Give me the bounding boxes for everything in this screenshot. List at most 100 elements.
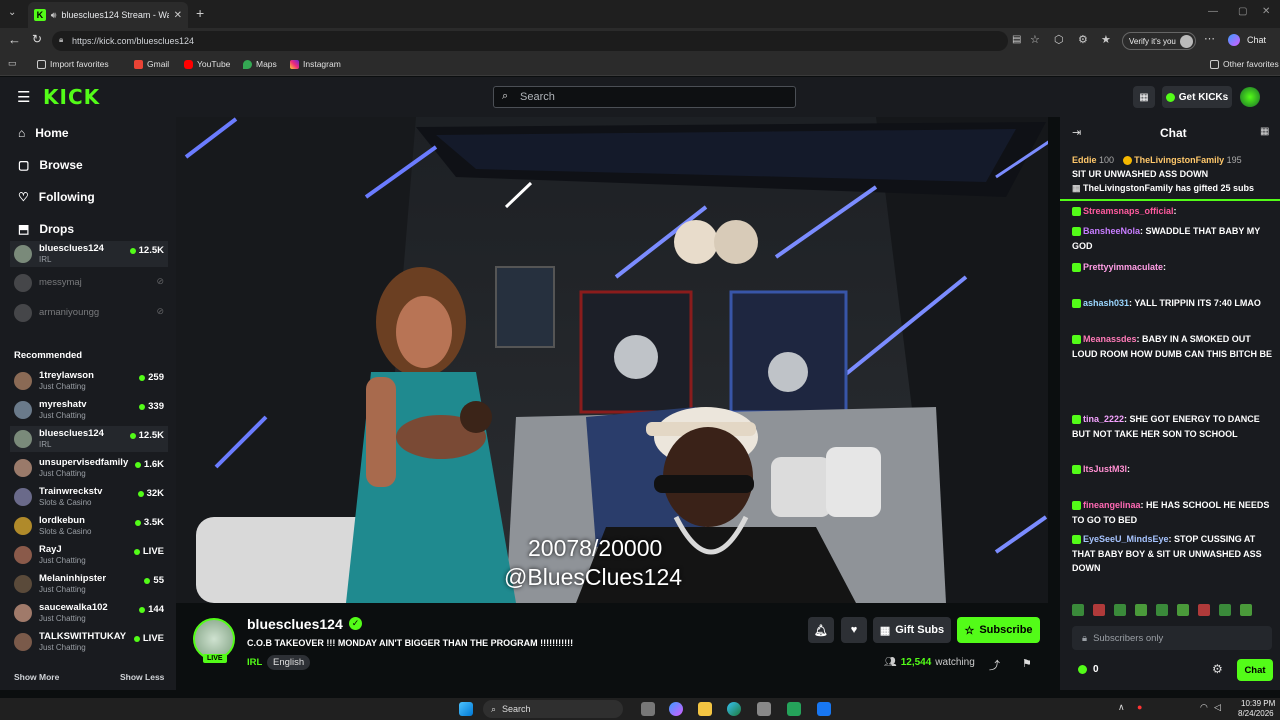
chat-username[interactable]: tina_2222 [1083, 414, 1124, 424]
nav-following[interactable]: ♡ Following [18, 190, 95, 204]
new-tab-icon[interactable]: + [196, 5, 204, 21]
task-view-icon[interactable] [641, 702, 655, 716]
follow-heart-button[interactable]: ♥ [841, 617, 867, 643]
following-channel-offline[interactable]: armaniyoungg ⊘ [14, 300, 164, 326]
send-chat-button[interactable]: Chat [1237, 659, 1273, 681]
verify-profile-button[interactable]: Verify it's you [1122, 32, 1196, 50]
collapse-chat-icon[interactable]: ⇥ [1072, 126, 1081, 139]
extensions-icon[interactable]: ⬡ [1054, 33, 1064, 46]
chat-username[interactable]: BansheeNola [1083, 226, 1140, 236]
chat-username[interactable]: Streamsnaps_official [1083, 206, 1174, 216]
viewer-count: 32K [137, 488, 164, 499]
tab-sidebar-icon[interactable]: ▭ [8, 58, 17, 69]
store-icon[interactable] [757, 702, 771, 716]
get-kicks-button[interactable]: Get KICKs [1162, 86, 1232, 108]
favorite-maps[interactable]: Maps [243, 59, 277, 69]
taskbar-search[interactable]: ⌕ Search [483, 700, 623, 718]
recommended-channel[interactable]: myreshatv Just Chatting 339 [14, 397, 164, 423]
user-avatar[interactable] [1240, 87, 1260, 107]
browser-tab[interactable]: K 🔊︎ bluesclues124 Stream - Watc ✕ [28, 2, 188, 28]
favorite-star-icon[interactable]: ☆ [1030, 33, 1040, 46]
browser-essentials-icon[interactable]: ⚙ [1078, 33, 1088, 46]
read-aloud-icon[interactable]: ▤ [1012, 34, 1021, 45]
facebook-icon[interactable] [817, 702, 831, 716]
gift-subs-button[interactable]: ▦ Gift Subs [873, 617, 951, 643]
channel-points[interactable]: 0 [1078, 664, 1099, 675]
recommended-channel[interactable]: 1treylawson Just Chatting 259 [14, 368, 164, 394]
theater-mode-button[interactable]: ▦ [1133, 86, 1155, 108]
report-flag-icon[interactable]: ⚑ [1022, 657, 1032, 670]
live-dot-icon [134, 461, 141, 468]
copilot-icon[interactable] [669, 702, 683, 716]
wifi-icon[interactable]: ◠ [1200, 702, 1208, 713]
other-favorites[interactable]: Other favorites [1210, 59, 1279, 69]
video-player[interactable]: 20078/20000 @BluesClues124 [176, 117, 1048, 603]
favorite-import[interactable]: Import favorites [37, 59, 109, 69]
tab-actions-icon[interactable]: ⌄ [8, 7, 16, 18]
chat-username[interactable]: fineangelinaa [1083, 500, 1141, 510]
notification-bell-button[interactable]: 🔔︎ [808, 617, 834, 643]
url-field[interactable]: 🔒︎ https://kick.com/bluesclues124 [52, 31, 1008, 51]
back-icon[interactable]: ← [8, 32, 21, 47]
reload-icon[interactable]: ↻ [32, 32, 42, 46]
more-menu-icon[interactable]: ⋯ [1204, 32, 1215, 45]
site-header: ☰ KICK ⌕ Search ▦ [0, 77, 1280, 117]
chat-username[interactable]: ItsJustM3l [1083, 464, 1127, 474]
chat-settings-gear-icon[interactable]: ⚙ [1212, 662, 1223, 676]
file-explorer-icon[interactable] [698, 702, 712, 716]
copilot-icon[interactable] [1228, 34, 1240, 46]
minimize-icon[interactable]: — [1208, 6, 1218, 17]
volume-icon[interactable]: ◁ [1214, 702, 1221, 713]
chat-username[interactable]: Prettyyimmaculate [1083, 262, 1163, 272]
clock-date[interactable]: 8/24/2026 [1238, 709, 1274, 718]
channel-category: Just Chatting [39, 382, 86, 391]
chat-input[interactable]: 🔒︎ Subscribers only [1072, 626, 1272, 650]
chat-colon: : [1127, 464, 1131, 474]
subscribe-button[interactable]: ☆ Subscribe [957, 617, 1040, 643]
recommended-channel[interactable]: Melaninhipster Just Chatting 55 [14, 571, 164, 597]
clock-time[interactable]: 10:39 PM [1241, 699, 1275, 708]
show-more-button[interactable]: Show More [14, 672, 59, 682]
nav-drops[interactable]: ⬒ Drops [18, 222, 74, 236]
favorite-youtube[interactable]: YouTube [184, 59, 230, 69]
search-input[interactable]: ⌕ Search [493, 86, 796, 108]
favorites-icon[interactable]: ★ [1101, 33, 1111, 46]
channel-name[interactable]: bluesclues124 [247, 616, 343, 632]
recommended-channel[interactable]: unsupervisedfamily Just Chatting 1.6K [14, 455, 164, 481]
following-channel-offline[interactable]: messymaj ⊘ [14, 270, 164, 296]
recommended-channel[interactable]: RayJ Just Chatting LIVE [14, 542, 164, 568]
category-link[interactable]: IRL [247, 657, 262, 668]
recommended-channel[interactable]: Trainwreckstv Slots & Casino 32K [14, 484, 164, 510]
edge-icon[interactable] [727, 702, 741, 716]
chat-username[interactable]: Meanassdes [1083, 334, 1137, 344]
windows-start-icon[interactable] [459, 702, 473, 716]
recommended-channel[interactable]: saucewalka102 Just Chatting 144 [14, 600, 164, 626]
tray-chevron-icon[interactable]: ∧ [1118, 702, 1125, 713]
recommended-channel[interactable]: lordkebun Slots & Casino 3.5K [14, 513, 164, 539]
tray-app-icon[interactable]: ● [1137, 702, 1142, 712]
close-window-icon[interactable]: ✕ [1262, 6, 1270, 17]
chat-username[interactable]: ashash031 [1083, 298, 1129, 308]
nav-browse[interactable]: ▢ Browse [18, 158, 83, 172]
maximize-icon[interactable]: ▢ [1238, 6, 1247, 17]
recommended-channel[interactable]: bluesclues124 IRL 12.5K [10, 426, 168, 452]
viewer-count: 339 [139, 401, 164, 412]
show-less-button[interactable]: Show Less [120, 672, 164, 682]
close-tab-icon[interactable]: ✕ [174, 10, 182, 21]
avatar [14, 459, 32, 477]
favorite-gmail[interactable]: Gmail [134, 59, 169, 69]
following-channel[interactable]: bluesclues124 IRL 12.5K [10, 241, 168, 267]
gift-notice-text: TheLivingstonFamily has gifted 25 subs [1083, 183, 1255, 193]
copilot-chat-label[interactable]: Chat [1247, 35, 1266, 45]
recommended-channel[interactable]: TALKSWITHTUKAY Just Chatting LIVE [14, 629, 164, 655]
hamburger-menu-icon[interactable]: ☰ [17, 88, 30, 106]
favorite-instagram[interactable]: Instagram [290, 59, 341, 69]
chat-settings-icon[interactable]: ▦ [1260, 126, 1269, 137]
viewer-count: 55 [144, 575, 164, 586]
language-tag[interactable]: English [267, 655, 311, 670]
kick-logo[interactable]: KICK [43, 85, 100, 109]
nav-home[interactable]: ⌂ Home [18, 126, 69, 140]
app-green-icon[interactable] [787, 702, 801, 716]
chat-username[interactable]: EyeSeeU_MindsEye [1083, 534, 1169, 544]
share-icon[interactable]: ⤴ [989, 657, 1000, 673]
